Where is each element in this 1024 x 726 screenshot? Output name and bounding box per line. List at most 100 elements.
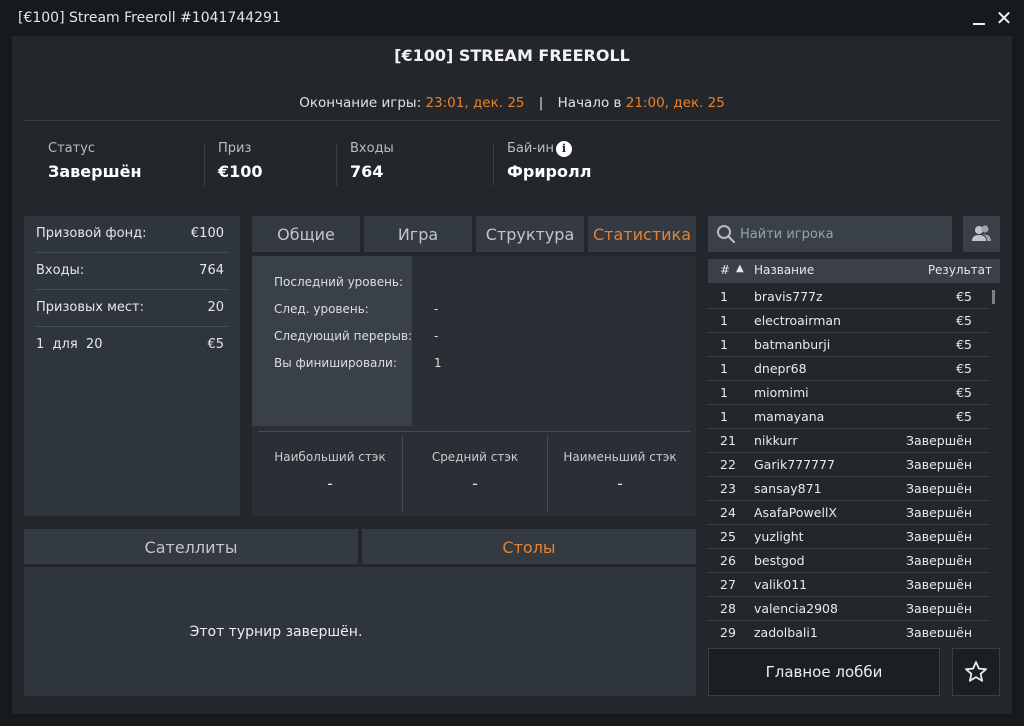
- tab-tables[interactable]: Столы: [362, 529, 696, 564]
- player-name: bestgod: [754, 553, 805, 568]
- player-name: AsafaPowellX: [754, 505, 837, 520]
- finished-label: Вы финишировали:: [274, 356, 397, 370]
- table-row[interactable]: 21 nikkurr Завершён: [708, 429, 988, 453]
- table-row[interactable]: 1 bravis777z €5: [708, 285, 988, 309]
- entries-row: Входы: 764: [36, 253, 228, 290]
- tournament-times: Окончание игры: 23:01, дек. 25 | Начало …: [12, 95, 1012, 111]
- player-result: €5: [956, 313, 972, 328]
- row-value: 764: [199, 263, 224, 278]
- player-name: bravis777z: [754, 289, 823, 304]
- player-name: yuzlight: [754, 529, 804, 544]
- player-name: valencia2908: [754, 601, 838, 616]
- payout-value: €5: [207, 337, 224, 352]
- stack-value: -: [327, 474, 333, 493]
- player-name: valik011: [754, 577, 808, 592]
- table-row[interactable]: 1 batmanburji €5: [708, 333, 988, 357]
- stack-value: -: [472, 474, 478, 493]
- end-time: 23:01, дек. 25: [425, 95, 525, 111]
- status-value: Завершён: [48, 162, 142, 181]
- player-result: €5: [956, 361, 972, 376]
- row-label: Входы:: [36, 263, 85, 278]
- buyin-value: Фриролл: [507, 162, 592, 181]
- payout-label: 1 для 20: [36, 337, 103, 352]
- table-row[interactable]: 1 miomimi €5: [708, 381, 988, 405]
- main-lobby-button[interactable]: Главное лобби: [708, 648, 940, 696]
- table-row[interactable]: 1 mamayana €5: [708, 405, 988, 429]
- player-result: Завершён: [906, 601, 972, 616]
- tab-satellites[interactable]: Сателлиты: [24, 529, 358, 564]
- finished-value: 1: [434, 356, 442, 370]
- player-result: Завершён: [906, 433, 972, 448]
- start-time: 21:00, дек. 25: [625, 95, 725, 111]
- table-row[interactable]: 29 zadolbali1 Завершён: [708, 621, 988, 637]
- table-row[interactable]: 23 sansay871 Завершён: [708, 477, 988, 501]
- player-position: 29: [720, 625, 736, 637]
- close-button[interactable]: ✕: [992, 6, 1016, 30]
- tab-structure[interactable]: Структура: [476, 216, 584, 252]
- header-divider: [24, 120, 1000, 121]
- table-row[interactable]: 26 bestgod Завершён: [708, 549, 988, 573]
- buyin-label: Бай-ин: [507, 141, 554, 156]
- info-icon[interactable]: i: [556, 141, 572, 157]
- player-position: 1: [720, 385, 728, 400]
- table-row[interactable]: 24 AsafaPowellX Завершён: [708, 501, 988, 525]
- sort-asc-icon[interactable]: ▲: [736, 263, 744, 274]
- times-separator: |: [538, 95, 544, 111]
- player-list[interactable]: 1 bravis777z €5 1 electroairman €5 1 batmanburj…: [708, 285, 1000, 637]
- player-list-scrollbar[interactable]: [992, 290, 995, 304]
- col-position[interactable]: #: [720, 263, 730, 277]
- table-row[interactable]: 1 electroairman €5: [708, 309, 988, 333]
- friends-button[interactable]: [963, 216, 1000, 252]
- window-title: [€100] Stream Freeroll #1041744291: [18, 10, 281, 26]
- player-result: €5: [956, 337, 972, 352]
- next-break-value: -: [434, 329, 439, 343]
- table-row[interactable]: 1 dnepr68 €5: [708, 357, 988, 381]
- player-name: dnepr68: [754, 361, 807, 376]
- col-name[interactable]: Название: [754, 263, 814, 277]
- player-position: 27: [720, 577, 736, 592]
- player-table-header: # ▲ Название Результат: [708, 259, 1000, 283]
- player-name: zadolbali1: [754, 625, 818, 637]
- player-name: sansay871: [754, 481, 822, 496]
- col-result[interactable]: Результат: [928, 263, 992, 277]
- smallest-stack: Наименьший стэк -: [548, 450, 692, 526]
- player-name: miomimi: [754, 385, 809, 400]
- row-label: Призовых мест:: [36, 300, 144, 315]
- next-level-label: След. уровень:: [274, 302, 369, 316]
- stack-label: Наименьший стэк: [563, 450, 677, 464]
- tab-game[interactable]: Игра: [364, 216, 472, 252]
- row-value: €100: [190, 226, 224, 241]
- player-search-input[interactable]: [740, 218, 946, 250]
- tab-general[interactable]: Общие: [252, 216, 360, 252]
- player-position: 1: [720, 361, 728, 376]
- entries-value: 764: [350, 162, 384, 181]
- player-position: 28: [720, 601, 736, 616]
- player-result: Завершён: [906, 577, 972, 592]
- player-name: batmanburji: [754, 337, 831, 352]
- tab-statistics[interactable]: Статистика: [588, 216, 696, 252]
- tournament-finished-message: Этот турнир завершён.: [189, 624, 363, 640]
- player-position: 23: [720, 481, 736, 496]
- search-icon: [717, 225, 736, 244]
- table-row[interactable]: 28 valencia2908 Завершён: [708, 597, 988, 621]
- favorite-button[interactable]: [952, 648, 1000, 696]
- prize-label: Приз: [218, 141, 252, 156]
- payout-row: 1 для 20 €5: [36, 327, 228, 364]
- largest-stack: Наибольший стэк -: [258, 450, 402, 526]
- table-row[interactable]: 25 yuzlight Завершён: [708, 525, 988, 549]
- player-result: Завершён: [906, 457, 972, 472]
- summary-divider: [336, 144, 337, 186]
- stack-label: Средний стэк: [431, 450, 519, 464]
- player-position: 1: [720, 313, 728, 328]
- table-row[interactable]: 22 Garik777777 Завершён: [708, 453, 988, 477]
- player-position: 21: [720, 433, 736, 448]
- entries-label: Входы: [350, 141, 394, 156]
- player-position: 1: [720, 289, 728, 304]
- player-result: €5: [956, 385, 972, 400]
- minimize-button[interactable]: [968, 6, 990, 30]
- player-result: €5: [956, 409, 972, 424]
- table-row[interactable]: 27 valik011 Завершён: [708, 573, 988, 597]
- stack-value: -: [617, 474, 623, 493]
- player-position: 1: [720, 337, 728, 352]
- prize-value: €100: [218, 162, 263, 181]
